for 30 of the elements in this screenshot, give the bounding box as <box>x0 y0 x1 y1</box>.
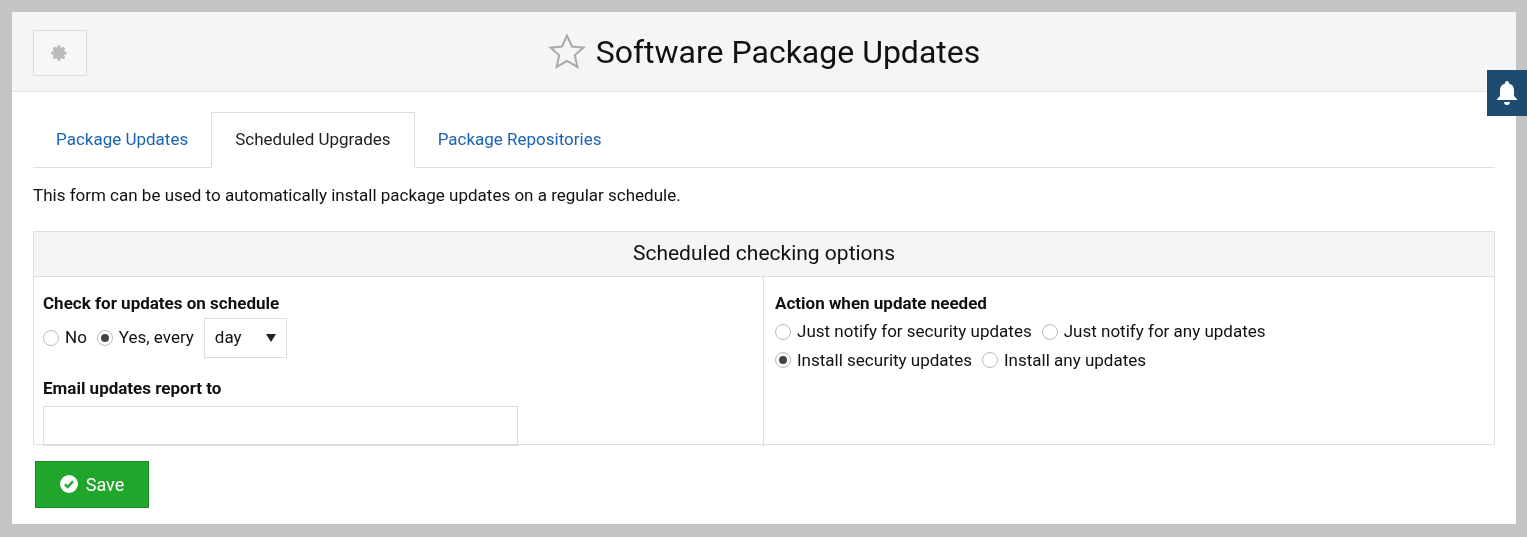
tab[interactable]: Scheduled Upgrades <box>211 112 415 168</box>
page-title: Software Package Updates <box>595 31 981 73</box>
star-icon[interactable] <box>547 33 586 70</box>
check-circle-icon <box>59 475 78 493</box>
settings-icon <box>51 44 69 62</box>
settings-button[interactable] <box>33 30 87 76</box>
radio-option[interactable]: Yes, every <box>96 325 194 351</box>
radio-button[interactable] <box>96 330 113 346</box>
caret-icon <box>265 334 276 342</box>
radio-button[interactable] <box>775 323 791 340</box>
field-label: Action when update needed <box>775 291 988 315</box>
interval-dropdown[interactable]: day <box>203 318 287 358</box>
section-title: Scheduled checking options <box>34 231 1494 277</box>
radio-button[interactable] <box>43 330 59 346</box>
radio-button[interactable] <box>1041 323 1058 340</box>
radio-option[interactable]: No <box>43 325 87 351</box>
email-field[interactable] <box>43 405 518 446</box>
tab[interactable]: Package Updates <box>33 112 212 168</box>
radio-option[interactable]: Just notify for security updates <box>775 319 1032 345</box>
bell-icon <box>1495 80 1519 106</box>
field-label: Check for updates on schedule <box>43 291 281 315</box>
notifications-button[interactable] <box>1487 70 1527 116</box>
radio-option[interactable]: Install any updates <box>981 347 1147 373</box>
radio-button[interactable] <box>775 352 791 369</box>
radio-option[interactable]: Install security updates <box>775 347 972 373</box>
field-label: Email updates report to <box>43 377 223 400</box>
tab[interactable]: Package Repositories <box>414 112 625 168</box>
radio-option[interactable]: Just notify for any updates <box>1041 319 1266 345</box>
radio-button[interactable] <box>981 352 998 369</box>
description-text: This form can be used to automatically install package updates on a regular schedule. <box>33 184 682 207</box>
